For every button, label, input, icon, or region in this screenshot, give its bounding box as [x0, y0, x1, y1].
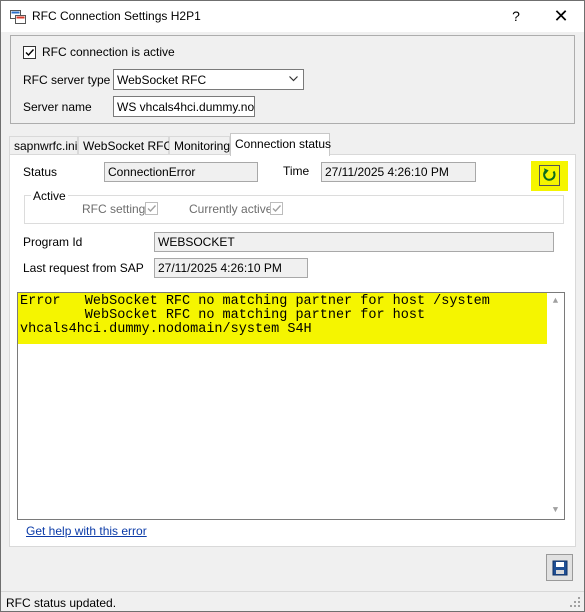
last-request-label: Last request from SAP [23, 261, 144, 275]
time-value: 27/11/2025 4:26:10 PM [325, 165, 449, 179]
rfc-setting-label: RFC setting [82, 202, 146, 216]
server-name-value: WS vhcals4hci.dummy.nodo [117, 100, 255, 114]
save-icon [552, 560, 568, 579]
time-label: Time [283, 164, 310, 178]
rfc-settings-window: RFC Connection Settings H2P1 ? ✕ RFC con… [0, 0, 585, 612]
time-field: 27/11/2025 4:26:10 PM [321, 162, 476, 182]
rfc-active-label: RFC connection is active [42, 45, 175, 59]
log-line: Error WebSocket RFC no matching partner … [20, 294, 490, 309]
rfc-setting-checkbox [145, 202, 158, 215]
scroll-down-icon[interactable]: ▼ [547, 502, 564, 519]
refresh-button[interactable] [531, 161, 568, 191]
program-id-label: Program Id [23, 235, 83, 249]
error-log-textarea[interactable]: Error WebSocket RFC no matching partner … [17, 292, 565, 520]
status-bar-text: RFC status updated. [6, 596, 117, 610]
last-request-value: 27/11/2025 4:26:10 PM [158, 261, 282, 275]
get-help-link[interactable]: Get help with this error [26, 524, 147, 538]
log-line: WebSocket RFC no matching partner for ho… [20, 308, 426, 323]
log-line: vhcals4hci.dummy.nodomain/system S4H [20, 322, 312, 337]
status-field: ConnectionError [104, 162, 258, 182]
refresh-icon [539, 165, 560, 186]
status-bar: RFC status updated. [1, 591, 584, 611]
log-scrollbar[interactable]: ▲ ▼ [547, 293, 564, 519]
program-id-value: WEBSOCKET [158, 235, 235, 249]
server-type-label: RFC server type [23, 73, 111, 87]
program-id-field: WEBSOCKET [154, 232, 554, 252]
tab-sapnwrfc-ini[interactable]: sapnwrfc.ini [9, 136, 78, 155]
window-title: RFC Connection Settings H2P1 [32, 9, 201, 23]
active-group-label: Active [31, 189, 68, 203]
close-button[interactable]: ✕ [539, 1, 583, 32]
rfc-active-checkbox[interactable] [23, 46, 36, 59]
app-icon [10, 9, 26, 25]
server-name-input[interactable]: WS vhcals4hci.dummy.nodo [113, 96, 255, 117]
title-bar: RFC Connection Settings H2P1 ? ✕ [1, 1, 584, 32]
tab-websocket-rfc[interactable]: WebSocket RFC [78, 136, 172, 155]
help-button[interactable]: ? [501, 1, 531, 32]
status-label: Status [23, 165, 58, 179]
currently-active-label: Currently active [189, 202, 273, 216]
chevron-down-icon [288, 73, 299, 87]
error-log-text: Error WebSocket RFC no matching partner … [20, 295, 490, 337]
status-value: ConnectionError [108, 165, 196, 179]
tab-monitoring[interactable]: Monitoring [169, 136, 230, 155]
tab-connection-status[interactable]: Connection status [230, 133, 331, 156]
server-name-label: Server name [23, 100, 92, 114]
server-type-select[interactable]: WebSocket RFC [113, 69, 304, 90]
scroll-up-icon[interactable]: ▲ [547, 293, 564, 310]
last-request-field: 27/11/2025 4:26:10 PM [154, 258, 308, 278]
resize-grip-icon[interactable] [570, 597, 581, 608]
currently-active-checkbox [270, 202, 283, 215]
server-type-value: WebSocket RFC [117, 73, 207, 87]
save-button[interactable] [546, 554, 573, 581]
